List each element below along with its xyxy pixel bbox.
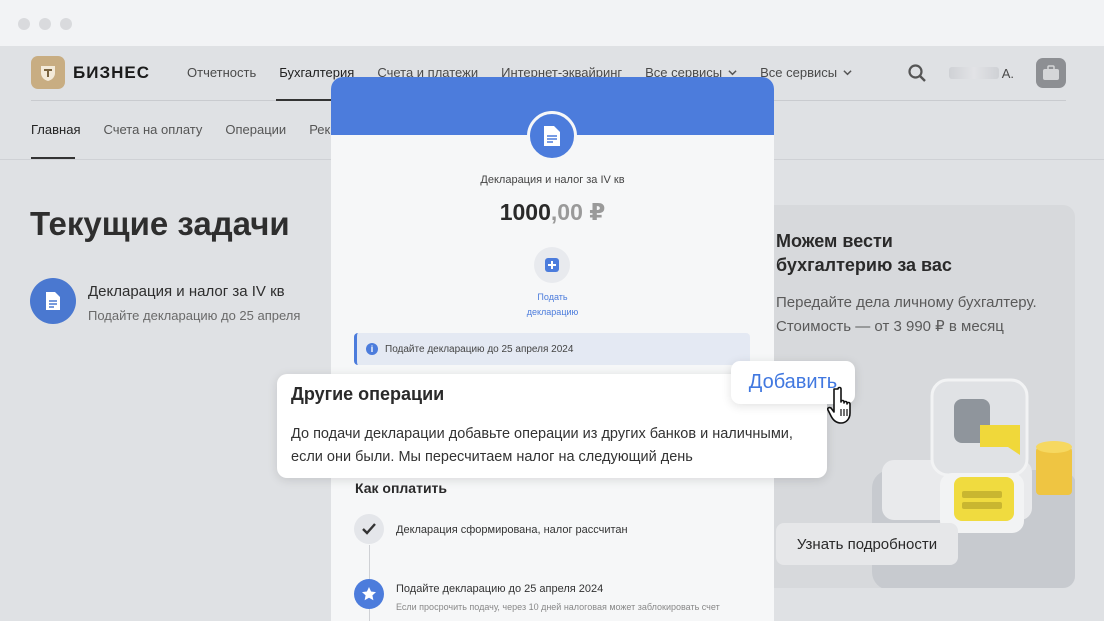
info-icon: i [366, 343, 378, 355]
task-title: Декларация и налог за IV кв [88, 283, 285, 300]
how-to-pay-heading: Как оплатить [355, 480, 448, 496]
declaration-modal: Декларация и налог за IV кв 1000,00 ₽ По… [331, 77, 774, 621]
avatar[interactable] [1036, 58, 1066, 88]
chevron-down-icon [843, 70, 852, 76]
hand-cursor-icon [827, 386, 851, 424]
subnav-operations[interactable]: Операции [225, 122, 286, 137]
amount-main: 1000 [499, 199, 551, 225]
tax-amount: 1000,00 ₽ [331, 199, 774, 226]
header-right: А. [907, 58, 1066, 88]
window-maximize-dot[interactable] [60, 18, 72, 30]
blurred-name [948, 67, 999, 79]
logo[interactable]: БИЗНЕС [31, 56, 150, 89]
task-subtitle: Подайте декларацию до 25 апреля [88, 308, 301, 323]
nav-reporting[interactable]: Отчетность [187, 65, 256, 80]
sub-nav: Главная Счета на оплату Операции Рекви [31, 122, 344, 137]
promo-text-line: Передайте дела личному бухгалтеру. [776, 294, 1037, 311]
promo-title-line: Можем вести [776, 231, 893, 251]
subnav-invoices[interactable]: Счета на оплату [103, 122, 202, 137]
window-minimize-dot[interactable] [39, 18, 51, 30]
promo-title-line: бухгалтерию за вас [776, 255, 952, 275]
submit-declaration-label[interactable]: Подать декларацию [331, 290, 774, 320]
page-title: Текущие задачи [30, 205, 290, 242]
search-icon[interactable] [907, 63, 927, 83]
logo-text: БИЗНЕС [73, 62, 150, 82]
briefcase-icon [1043, 65, 1059, 80]
submit-declaration-button[interactable] [534, 247, 570, 283]
tooltip-text: До подачи декларации добавьте операции и… [291, 426, 793, 465]
task-item[interactable]: Декларация и налог за IV кв Подайте декл… [30, 278, 300, 324]
logo-badge-icon [31, 56, 65, 89]
checkmark-icon [354, 514, 384, 544]
subnav-home[interactable]: Главная [31, 122, 80, 137]
promo-title: Можем вести бухгалтерию за вас [776, 229, 952, 277]
chevron-down-icon [728, 70, 737, 76]
document-icon [30, 278, 76, 324]
document-icon [527, 111, 577, 161]
add-document-icon [545, 258, 559, 272]
label-line: декларацию [526, 307, 579, 317]
user-name[interactable]: А. [948, 65, 1014, 81]
promo-text: Передайте дела личному бухгалтеру. Стоим… [776, 291, 1037, 339]
learn-more-button[interactable]: Узнать подробности [776, 523, 958, 565]
label-line: Подать [537, 292, 568, 302]
star-icon [354, 579, 384, 609]
modal-title: Декларация и налог за IV кв [480, 174, 625, 186]
promo-text-line: Стоимость — от 3 990 ₽ в месяц [776, 318, 1004, 335]
browser-chrome [0, 0, 1104, 46]
window-close-dot[interactable] [18, 18, 30, 30]
nav-label: Отчетность [187, 65, 257, 80]
banner-text: Подайте декларацию до 25 апреля 2024 [385, 343, 574, 355]
user-initial: А. [1001, 65, 1014, 81]
deadline-banner: i Подайте декларацию до 25 апреля 2024 [354, 333, 750, 365]
amount-cents: ,00 ₽ [550, 199, 606, 225]
step-2-text: Подайте декларацию до 25 апреля 2024 [396, 583, 604, 595]
step-2-subtext: Если просрочить подачу, через 10 дней на… [396, 602, 720, 612]
tooltip-title: Другие операции [291, 384, 445, 404]
step-1-text: Декларация сформирована, налог рассчитан [396, 524, 628, 536]
